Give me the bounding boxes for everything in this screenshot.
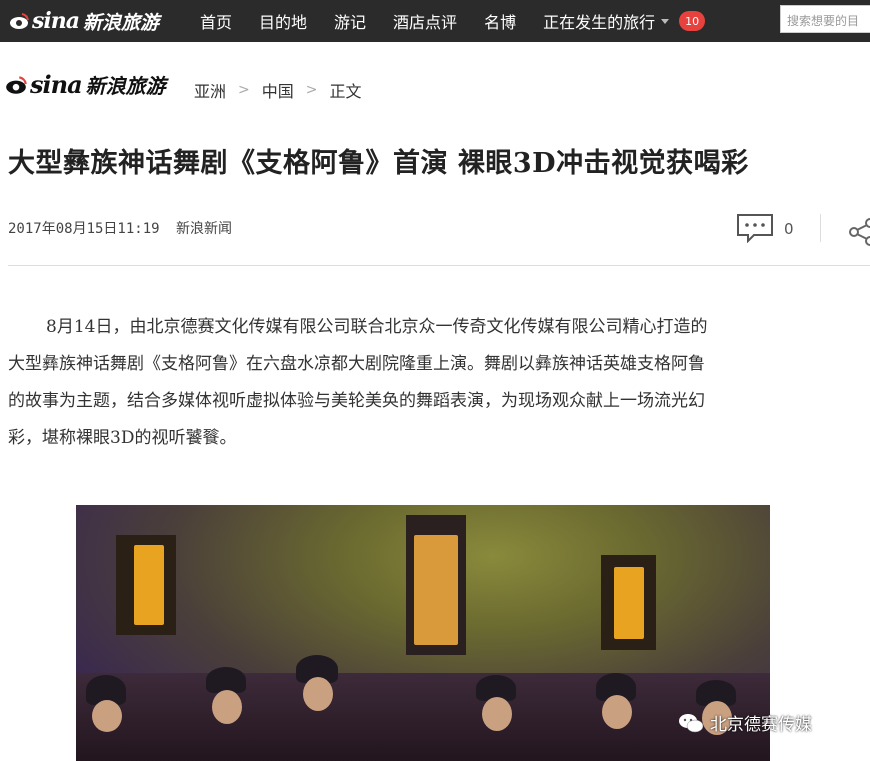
chevron-right-icon: > [238, 82, 250, 98]
body-line: 彩，堪称裸眼3D的视听饕餮。 [8, 428, 237, 448]
breadcrumb-china[interactable]: 中国 [262, 78, 294, 102]
breadcrumb-row: sina 新浪旅游 亚洲 > 中国 > 正文 [0, 64, 870, 112]
photo-head [212, 690, 242, 724]
photo-head [602, 695, 632, 729]
nav-famous-blogs[interactable]: 名博 [484, 9, 516, 33]
comment-icon[interactable] [736, 213, 774, 243]
divider [8, 265, 870, 266]
article-meta: 2017年08月15日11:19 新浪新闻 [8, 218, 232, 238]
watermark-text: 北京德赛传媒 [710, 715, 812, 735]
wechat-icon [679, 713, 704, 732]
nav-destinations[interactable]: 目的地 [259, 9, 307, 33]
photo-lantern [134, 545, 164, 625]
article-body: 8月14日，由北京德赛文化传媒有限公司联合北京众一传奇文化传媒有限公司精心打造的… [8, 309, 848, 457]
chevron-right-icon: > [305, 82, 318, 98]
search-input[interactable]: 搜索想要的目 [780, 5, 870, 33]
photo-crowd [76, 673, 770, 761]
article-datetime: 2017年08月15日11:19 [8, 221, 160, 237]
notification-badge: 10 [679, 11, 706, 31]
nav-home[interactable]: 首页 [200, 9, 232, 33]
sina-travel-logo-secondary[interactable]: sina 新浪旅游 [4, 70, 166, 99]
article-photo [76, 505, 770, 761]
body-line: 8月14日，由北京德赛文化传媒有限公司联合北京众一传奇文化传媒有限公司精心打造的 [46, 317, 708, 337]
sina-travel-logo[interactable]: sina 新浪旅游 [8, 6, 159, 36]
divider [820, 214, 821, 242]
body-line: 的故事为主题，结合多媒体视听虚拟体验与美轮美奂的舞蹈表演，为现场观众献上一场流光… [8, 391, 705, 411]
sina-eye-logo-icon [10, 13, 29, 29]
photo-lantern [414, 535, 458, 645]
article-source[interactable]: 新浪新闻 [176, 221, 232, 237]
photo-head [92, 700, 122, 732]
breadcrumb-asia[interactable]: 亚洲 [194, 78, 226, 102]
breadcrumb-current: 正文 [329, 82, 362, 101]
nav-hotel-reviews[interactable]: 酒店点评 [393, 9, 457, 33]
nav-travelogues[interactable]: 游记 [334, 9, 366, 33]
watermark: 北京德赛传媒 [678, 710, 812, 735]
trending-label: 正在发生的旅行 [543, 13, 656, 32]
logo-brand-text: sina [32, 8, 80, 34]
nav-trending-dropdown[interactable]: 正在发生的旅行 10 [543, 9, 706, 33]
article-title: 大型彝族神话舞剧《支格阿鲁》首演 裸眼3D冲击视觉获喝彩 [8, 148, 749, 179]
comment-count: 0 [784, 220, 794, 238]
chevron-down-icon [661, 18, 670, 24]
logo-sub-text: 新浪旅游 [83, 11, 160, 34]
photo-lantern [614, 567, 644, 639]
main-nav: 首页 目的地 游记 酒店点评 名博 正在发生的旅行 10 [200, 0, 706, 42]
top-nav-bar: sina 新浪旅游 首页 目的地 游记 酒店点评 名博 正在发生的旅行 10 搜… [0, 0, 870, 42]
sina-eye-logo-icon [6, 75, 27, 94]
breadcrumb: 亚洲 > 中国 > 正文 [194, 78, 362, 102]
logo-brand-text: sina [30, 70, 83, 99]
photo-head [482, 697, 512, 731]
logo-sub-text: 新浪旅游 [85, 74, 166, 98]
body-line: 大型彝族神话舞剧《支格阿鲁》在六盘水凉都大剧院隆重上演。舞剧以彝族神话英雄支格阿… [8, 354, 705, 374]
share-icon[interactable] [846, 218, 870, 246]
photo-head [303, 677, 333, 711]
